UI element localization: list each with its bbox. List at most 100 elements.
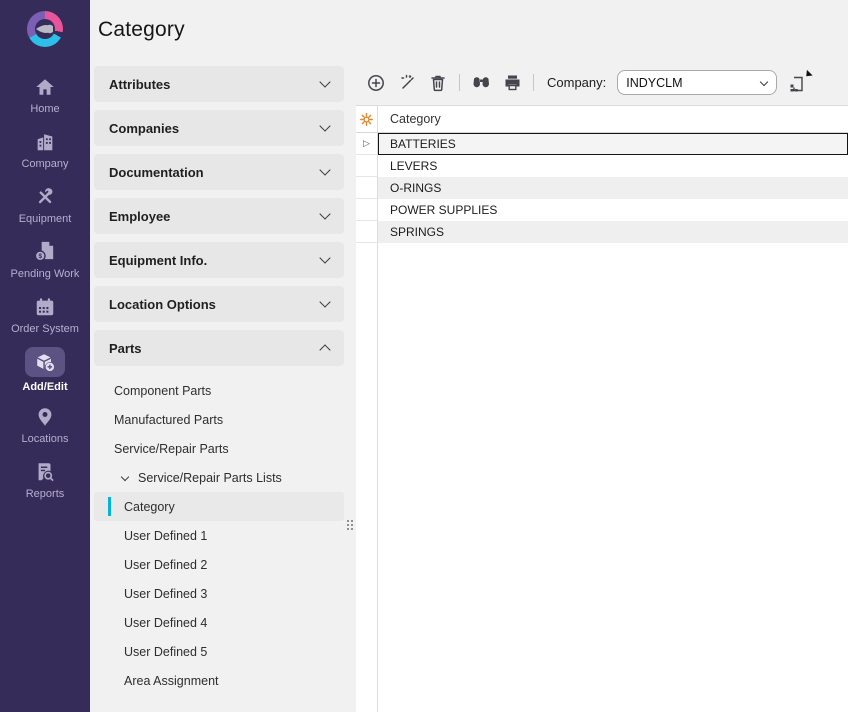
brand-logo-drop [36,24,53,34]
row-indicator [356,199,378,221]
nav-item-label: Component Parts [114,384,211,398]
nav-item-label: Category [124,500,175,514]
accordion-parts[interactable]: Parts [94,330,344,366]
row-cell: LEVERS [378,155,848,177]
sidebar-item-label: Pending Work [11,268,80,280]
sidebar-item-label: Order System [11,323,79,335]
sidebar-item-company[interactable]: Company [4,122,86,177]
chevron-down-icon [319,164,330,175]
sidebar-item-pending-work[interactable]: $ Pending Work [4,232,86,287]
nav-item-user-defined-2[interactable]: User Defined 2 [94,550,344,579]
reports-icon [33,460,57,484]
table-row[interactable]: POWER SUPPLIES [356,199,848,221]
row-cell: SPRINGS [378,221,848,243]
title-bar: Category [90,0,848,60]
table-row[interactable]: O-RINGS [356,177,848,199]
row-cell: POWER SUPPLIES [378,199,848,221]
accordion-documentation[interactable]: Documentation [94,154,344,190]
modify-icon[interactable] [397,73,417,93]
sidebar: Home Company [0,0,90,712]
nav-item-manufactured-parts[interactable]: Manufactured Parts [94,405,344,434]
nav-item-label: Service/Repair Parts [114,442,229,456]
nav-item-user-defined-1[interactable]: User Defined 1 [94,521,344,550]
chevron-down-icon [319,76,330,87]
nav-item-user-defined-3[interactable]: User Defined 3 [94,579,344,608]
nav-item-label: Manufactured Parts [114,413,223,427]
accordion-label: Companies [109,121,179,136]
table-row[interactable]: SPRINGS [356,221,848,243]
table-row[interactable]: LEVERS [356,155,848,177]
page-title: Category [98,18,185,42]
sidebar-item-locations[interactable]: Locations [4,397,86,452]
sidebar-item-reports[interactable]: Reports [4,452,86,507]
sidebar-item-label: Add/Edit [22,381,67,393]
sidebar-item-label: Locations [21,433,68,445]
nav-item-label: User Defined 2 [124,558,207,572]
delete-icon[interactable] [428,73,448,93]
chevron-down-icon [319,296,330,307]
content-area: Category Attributes Companies Documentat… [90,0,848,712]
find-icon[interactable] [471,73,491,93]
accordion-label: Employee [109,209,170,224]
sidebar-item-home[interactable]: Home [4,67,86,122]
accordion-attributes[interactable]: Attributes [94,66,344,102]
accordion-location-options[interactable]: Location Options [94,286,344,322]
empty-cell [378,243,848,712]
chevron-down-icon [760,77,768,85]
accordion-companies[interactable]: Companies [94,110,344,146]
data-grid: Category ▷ BATTERIES LEVERS O-RINGS [356,105,848,712]
sidebar-item-label: Home [30,103,59,115]
chevron-down-icon [319,252,330,263]
locations-icon [33,405,57,429]
nav-item-user-defined-5[interactable]: User Defined 5 [94,637,344,666]
svg-text:$: $ [38,253,42,260]
company-select-value: INDYCLM [626,76,682,90]
add-edit-icon [33,350,57,374]
auto-filter-icon[interactable] [356,106,378,132]
grid-header-row: Category [356,106,848,133]
chevron-up-icon [319,344,330,355]
sidebar-item-add-edit[interactable]: Add/Edit [4,342,86,397]
table-row[interactable]: ▷ BATTERIES [356,133,848,155]
toolbar-separator [459,74,460,91]
sidebar-item-order-system[interactable]: Order System [4,287,86,342]
accordion-label: Documentation [109,165,204,180]
accordion-label: Location Options [109,297,216,312]
nav-item-area-assignment[interactable]: Area Assignment [94,666,344,695]
nav-item-service-repair-parts-lists[interactable]: Service/Repair Parts Lists [94,463,344,492]
row-indicator [356,221,378,243]
accordion-label: Attributes [109,77,170,92]
sidebar-item-label: Equipment [19,213,72,225]
nav-item-user-defined-4[interactable]: User Defined 4 [94,608,344,637]
grid-empty-area [356,243,848,712]
order-system-icon [33,295,57,319]
panel-resize-grip[interactable] [347,520,353,530]
accordion-equipment-info[interactable]: Equipment Info. [94,242,344,278]
add-icon[interactable] [366,73,386,93]
nav-item-label: User Defined 3 [124,587,207,601]
column-header-category[interactable]: Category [378,106,848,132]
row-indicator [356,155,378,177]
layout-options-icon[interactable] [788,72,812,94]
sidebar-item-label: Company [21,158,68,170]
company-select[interactable]: INDYCLM [617,70,777,95]
row-cell: O-RINGS [378,177,848,199]
nav-item-component-parts[interactable]: Component Parts [94,376,344,405]
nav-item-label: User Defined 1 [124,529,207,543]
parts-item-list: Component Parts Manufactured Parts Servi… [94,376,344,695]
row-indicator [356,177,378,199]
nav-item-label: User Defined 5 [124,645,207,659]
sidebar-item-equipment[interactable]: Equipment [4,177,86,232]
nav-item-category[interactable]: Category [94,492,344,521]
home-icon [33,75,57,99]
add-edit-active-tile [25,347,65,377]
nav-item-service-repair-parts[interactable]: Service/Repair Parts [94,434,344,463]
sidebar-item-label: Reports [26,488,65,500]
company-label: Company: [547,75,606,90]
print-icon[interactable] [502,73,522,93]
row-indicator: ▷ [356,133,378,155]
accordion-employee[interactable]: Employee [94,198,344,234]
main-panel: Company: INDYCLM [356,60,848,712]
chevron-down-icon [319,120,330,131]
equipment-icon [33,185,57,209]
